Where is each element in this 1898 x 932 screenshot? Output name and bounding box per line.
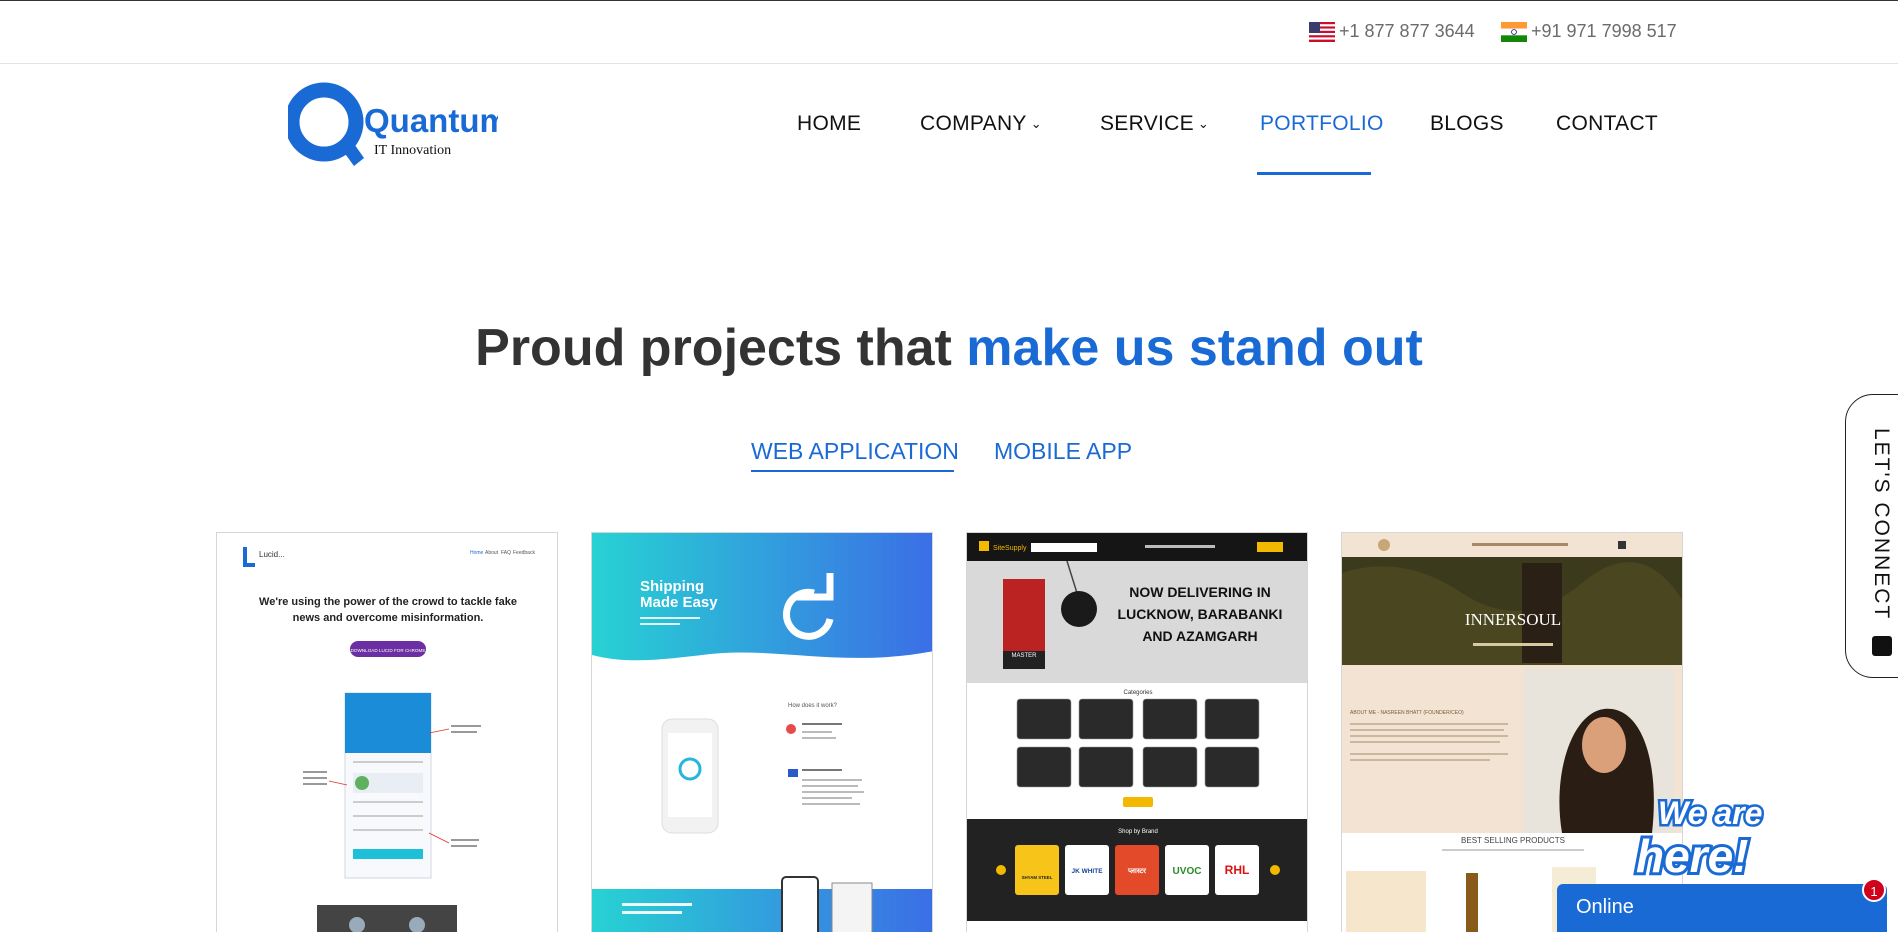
nav-company[interactable]: COMPANY ⌄ — [920, 112, 1042, 140]
chat-tagline-1: We are — [1658, 795, 1762, 831]
lucid-nav-about: About — [485, 550, 499, 556]
sitesupply-brand: SiteSupply — [993, 545, 1027, 552]
quantum-logo[interactable]: Quantum IT Innovation — [284, 80, 509, 172]
lucid-screenshot: Lucid... Home About FAQ Feedback We're u… — [217, 533, 557, 932]
innersoul-products-label: BEST SELLING PRODUCTS — [1461, 836, 1565, 845]
lucid-brand: Lucid... — [259, 550, 285, 559]
innersoul-hero: INNERSOUL — [1465, 610, 1561, 629]
chat-status: Online — [1576, 896, 1634, 918]
nav-blogs-label: BLOGS — [1430, 112, 1504, 135]
we-are-here-badge: We are here! — [1633, 793, 1765, 886]
top-contact-bar: +1 877 877 3644 +91 971 7998 517 — [0, 0, 1898, 64]
tab-active-indicator — [751, 470, 954, 472]
sitesupply-product: MASTER — [1011, 653, 1037, 659]
phone-us-link[interactable]: +1 877 877 3644 — [1309, 21, 1475, 42]
sitesupply-brand-2: JK WHITE — [1071, 868, 1103, 875]
nav-blogs[interactable]: BLOGS — [1430, 112, 1504, 140]
lucid-nav-feedback: Feedback — [513, 550, 535, 556]
nav-portfolio[interactable]: PORTFOLIO — [1260, 112, 1384, 140]
sitesupply-banner-2: LUCKNOW, BARABANKI — [1118, 606, 1283, 622]
shipping-subtitle: How does it work? — [788, 703, 838, 709]
nav-company-label: COMPANY — [920, 112, 1027, 135]
nav-home-label: HOME — [797, 112, 862, 135]
lucid-heading-1: We're using the power of the crowd to ta… — [259, 596, 517, 608]
shipping-title-1: Shipping — [640, 578, 704, 595]
portfolio-card-shipping[interactable]: Shipping Made Easy How does it work? — [591, 532, 933, 932]
shipping-screenshot: Shipping Made Easy How does it work? — [592, 533, 932, 932]
quantum-logo-mark: Quantum IT Innovation — [284, 82, 509, 166]
nav-contact[interactable]: CONTACT — [1556, 112, 1658, 140]
sitesupply-brand-5: RHL — [1225, 863, 1250, 877]
lucid-cta: DOWNLOAD LUCID FOR CHROME — [351, 648, 426, 653]
lucid-nav-home: Home — [470, 550, 484, 556]
portfolio-card-lucid[interactable]: Lucid... Home About FAQ Feedback We're u… — [216, 532, 558, 932]
portfolio-card-sitesupply[interactable]: SiteSupply MASTER NOW DELIVERING IN LUCK… — [966, 532, 1308, 932]
tab-mobile-label: MOBILE APP — [994, 438, 1133, 464]
sitesupply-banner-1: NOW DELIVERING IN — [1129, 584, 1271, 600]
chat-unread-badge: 1 — [1862, 878, 1886, 902]
phone-us-number: +1 877 877 3644 — [1339, 21, 1475, 41]
shipping-title-2: Made Easy — [640, 594, 718, 611]
sitesupply-banner-3: AND AZAMGARH — [1142, 628, 1257, 644]
nav-active-indicator — [1257, 172, 1371, 175]
chat-tagline[interactable]: We are here! — [1630, 784, 1830, 886]
innersoul-about: ABOUT ME - NASREEN BHATT (FOUNDER/CEO) — [1350, 710, 1464, 716]
tab-mobile-app[interactable]: MOBILE APP — [994, 438, 1132, 465]
chevron-down-icon: ⌄ — [1030, 116, 1042, 131]
sitesupply-screenshot: SiteSupply MASTER NOW DELIVERING IN LUCK… — [967, 533, 1307, 932]
sitesupply-brand-3: प्लास्टर — [1127, 867, 1147, 875]
lets-connect-label: LET'S CONNECT — [1870, 428, 1893, 621]
page: +1 877 877 3644 +91 971 7998 517 Quantum… — [0, 0, 1898, 932]
sitesupply-brands-label: Shop by Brand — [1118, 829, 1158, 835]
lucid-nav-faq: FAQ — [501, 550, 511, 556]
us-flag-icon — [1309, 21, 1335, 42]
nav-service[interactable]: SERVICE ⌄ — [1100, 112, 1209, 140]
lucid-heading-2: news and overcome misinformation. — [293, 612, 484, 624]
tab-web-label: WEB APPLICATION — [751, 438, 959, 464]
nav-service-label: SERVICE — [1100, 112, 1194, 135]
sitesupply-brand-4: UVOC — [1173, 866, 1202, 877]
logo-tagline-text: IT Innovation — [374, 143, 451, 158]
chevron-down-icon: ⌄ — [1197, 116, 1210, 131]
phone-in-number: +91 971 7998 517 — [1531, 21, 1677, 41]
page-headline: Proud projects that make us stand out — [0, 318, 1898, 378]
tab-web-application[interactable]: WEB APPLICATION — [751, 438, 959, 465]
nav-home[interactable]: HOME — [797, 112, 861, 140]
headline-part1: Proud projects that — [475, 319, 967, 377]
india-flag-icon — [1501, 21, 1527, 42]
sitesupply-brand-1: SHYAM STEEL — [1022, 875, 1053, 880]
logo-brand-text: Quantum — [364, 102, 498, 139]
nav-portfolio-label: PORTFOLIO — [1260, 112, 1384, 135]
chat-tagline-2: here! — [1636, 830, 1748, 882]
nav-contact-label: CONTACT — [1556, 112, 1659, 135]
connect-icon — [1872, 636, 1892, 656]
phone-in-link[interactable]: +91 971 7998 517 — [1501, 21, 1677, 42]
headline-highlight: make us stand out — [966, 319, 1423, 377]
sitesupply-categories-label: Categories — [1123, 690, 1152, 696]
